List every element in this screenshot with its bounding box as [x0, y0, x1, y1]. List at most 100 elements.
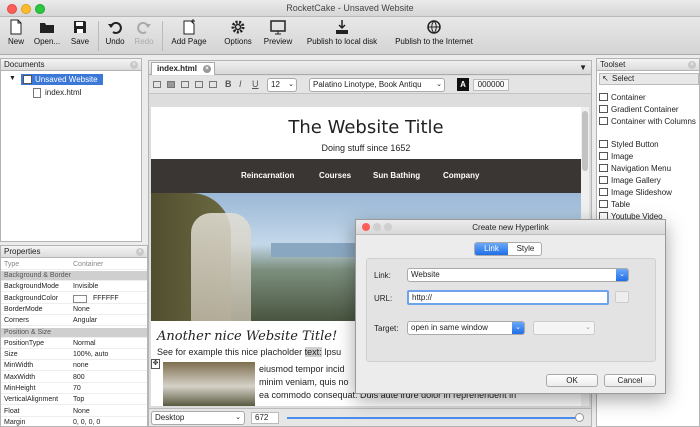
nav-item-sun-bathing[interactable]: Sun Bathing [373, 159, 420, 193]
italic-icon[interactable]: I [239, 79, 242, 89]
tool-item[interactable]: Container with Columns [599, 116, 696, 128]
tool-item[interactable]: Styled Button [599, 139, 659, 151]
dialog-titlebar: Create new Hyperlink [356, 220, 665, 235]
tool-item[interactable]: Container [599, 92, 646, 104]
chevron-down-icon: ⌄ [235, 414, 241, 421]
tab-index-html[interactable]: index.html × [151, 62, 215, 75]
chevron-down-icon: ⌄ [436, 79, 442, 91]
save-button[interactable]: Save [68, 19, 92, 46]
publish-internet-button[interactable]: Publish to the Internet [388, 19, 480, 46]
zoom-window-button[interactable] [35, 4, 45, 14]
close-window-button[interactable] [7, 4, 17, 14]
property-category: Position & Size [1, 327, 147, 338]
chevron-down-icon: ⌄ [512, 322, 524, 334]
target-select[interactable]: open in same window ⌄ [407, 321, 525, 335]
url-input[interactable]: http:// [407, 290, 609, 305]
tree-item-website[interactable]: Unsaved Website [21, 74, 103, 85]
property-row[interactable]: BorderMode None [1, 305, 147, 315]
width-field[interactable]: 672 [251, 412, 279, 424]
tool-item[interactable]: Image Slideshow [599, 187, 672, 199]
site-title[interactable]: The Website Title [151, 117, 581, 138]
align-left-icon[interactable] [153, 81, 161, 88]
dialog-zoom-button[interactable] [384, 223, 392, 231]
publish-local-button[interactable]: Publish to local disk [300, 19, 384, 46]
open-button[interactable]: Open... [31, 19, 63, 46]
close-icon[interactable]: × [136, 248, 144, 256]
main-toolbar: New Open... Save Undo Redo Add Page Opti… [0, 17, 700, 55]
align-center-icon[interactable] [167, 81, 175, 88]
preview-button[interactable]: Preview [260, 19, 296, 46]
browse-url-button[interactable] [615, 291, 629, 303]
tool-item[interactable]: Gradient Container [599, 104, 679, 116]
align-right-icon[interactable] [181, 81, 189, 88]
property-row[interactable]: Corners Angular [1, 316, 147, 327]
property-row[interactable]: PositionType Normal [1, 339, 147, 349]
tab-list-chevron-icon[interactable]: ▼ [579, 63, 587, 72]
dialog-content-box: Link: Website ⌄ URL: http:// Target: open… [366, 258, 656, 362]
underline-icon[interactable]: U [252, 79, 259, 89]
property-row[interactable]: MaxWidth 800 [1, 373, 147, 383]
cancel-button[interactable]: Cancel [604, 374, 656, 387]
tool-icon [599, 93, 608, 101]
property-row[interactable]: Margin 0, 0, 0, 0 [1, 418, 147, 426]
nav-item-courses[interactable]: Courses [319, 159, 351, 193]
options-button[interactable]: Options [220, 19, 256, 46]
tool-item[interactable]: Image Gallery [599, 175, 661, 187]
ok-button[interactable]: OK [546, 374, 598, 387]
align-justify-icon[interactable] [195, 81, 203, 88]
property-row[interactable]: Size 100%, auto [1, 350, 147, 361]
link-type-select[interactable]: Website ⌄ [407, 268, 629, 282]
property-row[interactable]: MinWidth none [1, 361, 147, 372]
property-row[interactable]: BackgroundColor FFFFFF [1, 294, 147, 304]
chevron-down-icon: ⌄ [288, 81, 294, 88]
nav-item-reincarnation[interactable]: Reincarnation [241, 159, 294, 193]
properties-panel-header: Properties × [1, 246, 147, 258]
undo-button[interactable]: Undo [103, 19, 127, 46]
width-slider-track[interactable] [287, 417, 581, 419]
format-toolbar: B I U 12 ⌄ Palatino Linotype, Book Antiqu… [149, 76, 591, 94]
close-icon[interactable]: × [688, 61, 696, 69]
indent-icon[interactable] [209, 81, 217, 88]
target-frame-select[interactable]: ⌄ [533, 321, 595, 335]
dialog-minimize-button[interactable] [373, 223, 381, 231]
move-handle-icon[interactable]: ✥ [151, 359, 160, 369]
tool-icon [599, 117, 608, 125]
font-family-select[interactable]: Palatino Linotype, Book Antiqu ⌄ [309, 78, 445, 92]
tool-item[interactable]: Image [599, 151, 633, 163]
site-subtitle[interactable]: Doing stuff since 1652 [151, 143, 581, 153]
text-color-swatch[interactable]: A [457, 78, 469, 91]
tab-link[interactable]: Link [475, 243, 508, 255]
text-color-field[interactable]: 000000 [473, 79, 509, 91]
content-thumbnail-image[interactable] [163, 362, 255, 406]
close-icon[interactable]: × [130, 61, 138, 69]
dialog-close-button[interactable] [362, 223, 370, 231]
property-row[interactable]: BackgroundMode Invisible [1, 282, 147, 293]
width-slider-thumb[interactable] [575, 413, 584, 422]
minimize-window-button[interactable] [21, 4, 31, 14]
color-swatch[interactable] [73, 294, 87, 303]
property-row[interactable]: Float None [1, 407, 147, 417]
new-button[interactable]: New [5, 19, 27, 46]
content-heading[interactable]: Another nice Website Title! [157, 329, 337, 344]
property-row[interactable]: MinHeight 70 [1, 384, 147, 394]
redo-button[interactable]: Redo [132, 19, 156, 46]
tool-item[interactable]: Table [599, 199, 630, 211]
font-size-select[interactable]: 12 ⌄ [267, 78, 297, 92]
tool-item[interactable]: Navigation Menu [599, 163, 671, 175]
property-row: Type Container [1, 260, 147, 270]
nav-item-company[interactable]: Company [443, 159, 479, 193]
property-row[interactable]: VerticalAlignment Top [1, 395, 147, 406]
tree-item-page[interactable]: index.html [33, 87, 81, 98]
dialog-title: Create new Hyperlink [472, 223, 549, 232]
page-file-icon [33, 88, 41, 98]
tree-expand-icon[interactable]: ▼ [9, 75, 16, 82]
bold-icon[interactable]: B [225, 79, 232, 89]
close-tab-icon[interactable]: × [203, 65, 211, 73]
tool-icon [599, 140, 608, 148]
device-select[interactable]: Desktop ⌄ [151, 411, 245, 425]
new-document-icon [10, 19, 22, 35]
tool-select[interactable]: ↖ Select [599, 73, 699, 85]
add-page-button[interactable]: Add Page [168, 19, 210, 46]
gear-icon [231, 20, 245, 34]
tab-style[interactable]: Style [509, 243, 541, 255]
